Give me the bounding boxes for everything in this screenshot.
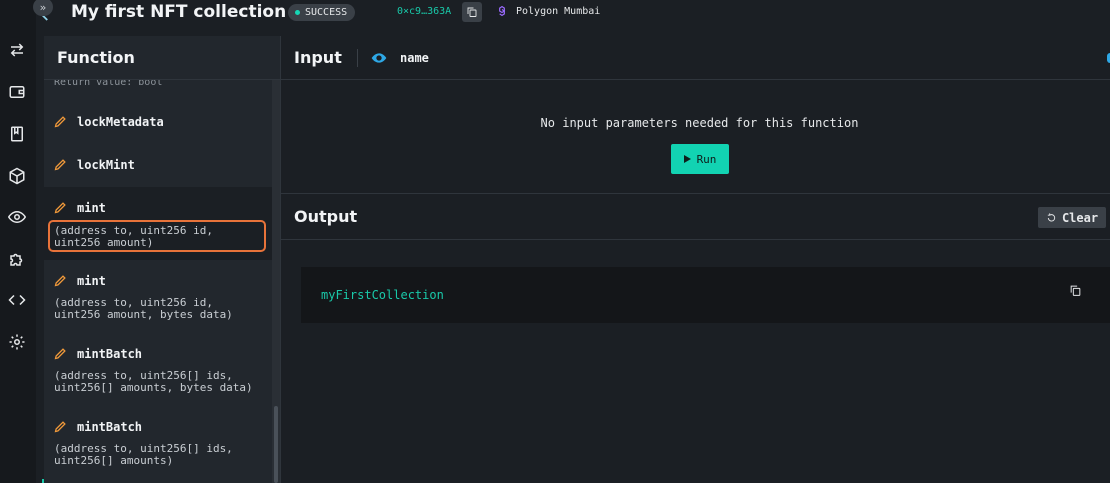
- function-name: mintBatch: [77, 346, 143, 361]
- page-title: My first NFT collection: [71, 2, 287, 22]
- status-badge: SUCCESS: [288, 4, 356, 21]
- function-panel-title: Function: [57, 48, 135, 67]
- output-box: myFirstCollection: [301, 267, 1110, 323]
- no-params-message: No input parameters needed for this func…: [540, 116, 859, 130]
- wallet-icon[interactable]: [7, 82, 27, 102]
- pencil-icon: [54, 159, 66, 171]
- play-icon: [683, 155, 691, 163]
- pencil-icon: [54, 275, 66, 287]
- function-item-mintBatch[interactable]: mintBatch (address to, uint256[] ids, ui…: [44, 346, 272, 412]
- clear-label: Clear: [1061, 210, 1099, 225]
- network-name: Polygon Mumbai: [516, 5, 601, 17]
- function-panel-header: Function: [44, 36, 280, 80]
- function-scrollbar-thumb[interactable]: [274, 406, 278, 483]
- book-icon[interactable]: [7, 124, 27, 144]
- copy-icon: [1070, 285, 1080, 296]
- input-output-panel: Input name No input parameters needed fo…: [281, 36, 1110, 483]
- output-header: Output Clear: [281, 193, 1110, 240]
- copy-output-button[interactable]: [1067, 282, 1083, 298]
- icon-rail: »: [0, 0, 53, 483]
- function-item-mintBatch[interactable]: mintBatch (address to, uint256[] ids, ui…: [44, 419, 272, 483]
- pencil-icon: [54, 348, 66, 360]
- code-icon[interactable]: [7, 290, 27, 310]
- function-name: mint: [77, 200, 106, 215]
- network-indicator: Polygon Mumbai: [495, 4, 600, 18]
- settings-icon[interactable]: [7, 332, 27, 352]
- reset-icon: [1047, 213, 1056, 222]
- expand-sidebar-button[interactable]: »: [33, 0, 53, 16]
- function-params: uint256 amount, bytes data): [54, 308, 233, 321]
- function-params: uint256[] amounts): [54, 454, 174, 467]
- pencil-icon: [54, 116, 66, 128]
- highlight-annotation: [48, 220, 266, 252]
- function-name: lockMetadata: [77, 114, 164, 129]
- function-name: mint: [77, 273, 106, 288]
- copy-address-button[interactable]: [462, 2, 482, 22]
- function-name: lockMint: [77, 157, 135, 172]
- eye-icon: [371, 50, 387, 66]
- input-header: Input name: [281, 36, 1110, 80]
- status-dot-icon: [295, 10, 300, 15]
- clear-button[interactable]: Clear: [1038, 207, 1106, 228]
- cube-icon[interactable]: [7, 166, 27, 186]
- run-label: Run: [696, 152, 717, 166]
- polygon-icon: [499, 5, 505, 17]
- pencil-icon: [54, 202, 66, 214]
- function-panel: Function Return value: bool lockMetadata…: [44, 36, 281, 483]
- function-item-lockMetadata[interactable]: lockMetadata: [44, 114, 272, 154]
- output-title: Output: [294, 207, 358, 226]
- selected-function-name: name: [400, 51, 429, 65]
- transfer-icon[interactable]: [7, 40, 27, 60]
- puzzle-icon[interactable]: [7, 249, 27, 269]
- output-value: myFirstCollection: [321, 288, 444, 302]
- function-item-mint[interactable]: mint (address to, uint256 id, uint256 am…: [44, 273, 272, 339]
- input-title: Input: [294, 48, 342, 67]
- header-divider: [357, 49, 358, 67]
- status-text: SUCCESS: [305, 7, 348, 18]
- function-name: mintBatch: [77, 419, 143, 434]
- run-button[interactable]: Run: [671, 144, 729, 174]
- function-params: uint256[] amounts, bytes data): [54, 381, 253, 394]
- eye-icon[interactable]: [7, 207, 27, 227]
- pencil-icon: [54, 421, 66, 433]
- contract-address: 0×c9…363A: [397, 6, 452, 17]
